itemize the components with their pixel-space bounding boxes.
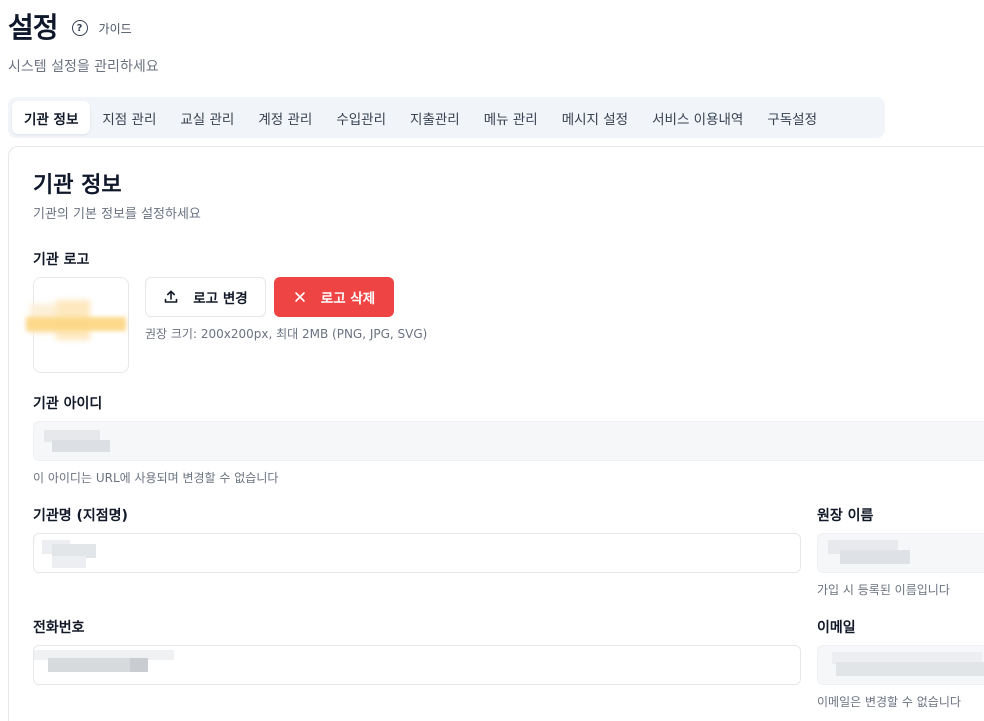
email-label: 이메일 [817, 620, 856, 636]
delete-logo-label: 로고 삭제 [320, 291, 376, 307]
section-description: 기관의 기본 정보를 설정하세요 [33, 207, 201, 222]
org-id-input [33, 421, 984, 461]
tab-expense[interactable]: 지출관리 [398, 101, 472, 134]
tab-classroom[interactable]: 교실 관리 [168, 101, 246, 134]
tab-subscription[interactable]: 구독설정 [755, 101, 829, 134]
title-row: 설정 ? 가이드 [8, 6, 159, 46]
settings-tabs: 기관 정보 지점 관리 교실 관리 계정 관리 수입관리 지출관리 메뉴 관리 … [8, 97, 885, 138]
tab-org-info[interactable]: 기관 정보 [12, 101, 91, 134]
close-icon [294, 292, 305, 302]
tab-account[interactable]: 계정 관리 [246, 101, 324, 134]
tab-branch[interactable]: 지점 관리 [90, 101, 168, 134]
org-id-hint: 이 아이디는 URL에 사용되며 변경할 수 없습니다 [33, 471, 279, 485]
upload-icon [164, 290, 178, 303]
director-input [817, 533, 984, 573]
org-name-label: 기관명 (지점명) [33, 508, 128, 524]
page-subtitle: 시스템 설정을 관리하세요 [8, 59, 159, 75]
logo-preview [26, 277, 129, 373]
logo-hint: 권장 크기: 200x200px, 최대 2MB (PNG, JPG, SVG) [145, 327, 428, 341]
change-logo-label: 로고 변경 [193, 291, 248, 307]
guide-button[interactable]: ? 가이드 [71, 20, 132, 37]
phone-label: 전화번호 [33, 620, 85, 636]
change-logo-button[interactable]: 로고 변경 [145, 277, 266, 317]
section-title: 기관 정보 [33, 173, 122, 198]
org-id-label: 기관 아이디 [33, 396, 103, 412]
tab-income[interactable]: 수입관리 [324, 101, 398, 134]
director-hint: 가입 시 등록된 이름입니다 [817, 583, 950, 597]
guide-label: 가이드 [98, 21, 132, 36]
email-input [817, 645, 984, 685]
tab-service-usage[interactable]: 서비스 이용내역 [640, 101, 755, 134]
org-name-input[interactable] [33, 533, 801, 573]
logo-image [26, 300, 126, 346]
email-hint: 이메일은 변경할 수 없습니다 [817, 695, 961, 709]
phone-input[interactable] [33, 645, 801, 685]
help-circle-icon: ? [71, 20, 88, 36]
page-title: 설정 [8, 11, 59, 44]
page-header: 설정 ? 가이드 시스템 설정을 관리하세요 [8, 6, 159, 76]
director-label: 원장 이름 [817, 508, 874, 524]
logo-label: 기관 로고 [33, 252, 90, 268]
tab-message[interactable]: 메시지 설정 [550, 101, 640, 134]
delete-logo-button[interactable]: 로고 삭제 [274, 277, 394, 317]
tab-menu[interactable]: 메뉴 관리 [472, 101, 550, 134]
